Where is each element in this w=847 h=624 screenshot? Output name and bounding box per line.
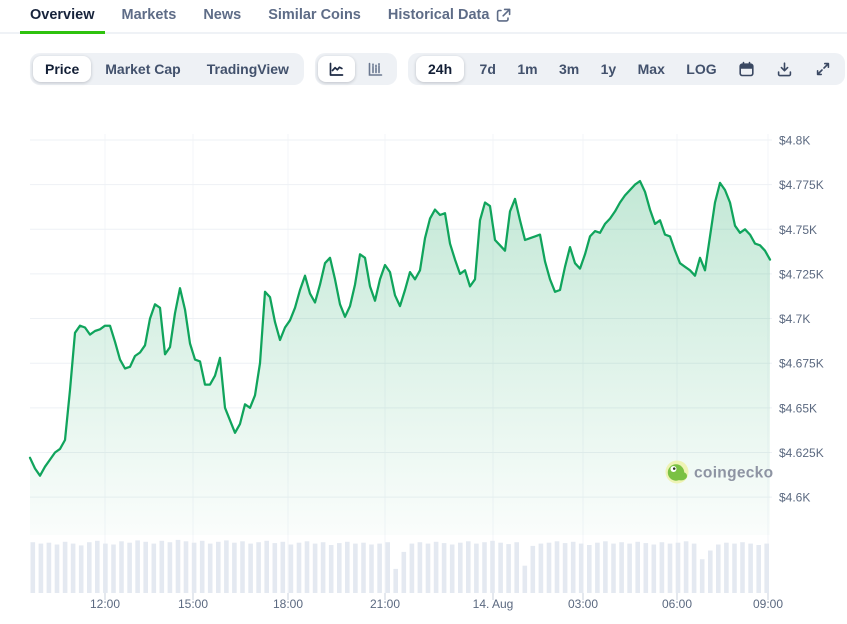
- y-axis-label: $4.7K: [779, 312, 810, 326]
- tab-historical-data-label: Historical Data: [388, 7, 490, 23]
- tab-markets-label: Markets: [122, 7, 177, 23]
- metric-toggle-group: Price Market Cap TradingView: [30, 53, 304, 85]
- y-axis-label: $4.775K: [779, 178, 824, 192]
- y-axis-label: $4.725K: [779, 267, 824, 281]
- y-axis-label: $4.675K: [779, 357, 824, 371]
- range-7d-button[interactable]: 7d: [474, 56, 502, 82]
- price-area-fill: [30, 181, 770, 535]
- tab-news[interactable]: News: [203, 0, 241, 32]
- calendar-button[interactable]: [732, 56, 761, 82]
- expand-button[interactable]: [809, 56, 837, 82]
- x-axis-label: 03:00: [568, 597, 598, 611]
- y-axis-label: $4.8K: [779, 134, 810, 148]
- market-cap-toggle-button[interactable]: Market Cap: [93, 56, 192, 82]
- bar-chart-icon: [367, 61, 384, 78]
- chart-type-group: [315, 53, 397, 85]
- bar-chart-type-button[interactable]: [357, 56, 394, 82]
- price-chart-canvas[interactable]: $4.8K $4.775K $4.75K $4.725K $4.7K $4.675K $4.…: [0, 100, 847, 624]
- range-1m-button[interactable]: 1m: [511, 56, 543, 82]
- price-toggle-button[interactable]: Price: [33, 56, 91, 82]
- tab-historical-data[interactable]: Historical Data: [388, 0, 512, 32]
- x-axis-label: 06:00: [662, 597, 692, 611]
- tab-markets[interactable]: Markets: [122, 0, 177, 32]
- y-axis-labels: $4.8K $4.775K $4.75K $4.725K $4.7K $4.675K $4.…: [779, 134, 824, 505]
- x-axis-label: 12:00: [90, 597, 120, 611]
- coin-price-chart-page: Overview Markets News Similar Coins Hist…: [0, 0, 847, 624]
- y-axis-label: $4.75K: [779, 223, 817, 237]
- range-3m-button[interactable]: 3m: [553, 56, 585, 82]
- coingecko-watermark: coingecko: [666, 461, 774, 484]
- log-scale-button[interactable]: LOG: [680, 56, 722, 82]
- y-axis-label: $4.625K: [779, 446, 824, 460]
- tab-similar-coins-label: Similar Coins: [268, 7, 361, 23]
- range-1y-button[interactable]: 1y: [595, 56, 623, 82]
- x-axis-label: 18:00: [273, 597, 303, 611]
- expand-icon: [815, 61, 831, 77]
- tab-news-label: News: [203, 7, 241, 23]
- tab-overview-label: Overview: [30, 7, 95, 23]
- x-axis-label: 15:00: [178, 597, 208, 611]
- tab-overview[interactable]: Overview: [30, 0, 95, 32]
- x-axis-labels: 12:00 15:00 18:00 21:00 14. Aug 03:00 06:00 09:…: [90, 593, 783, 611]
- tradingview-toggle-button[interactable]: TradingView: [195, 56, 301, 82]
- external-link-icon: [496, 8, 511, 23]
- y-axis-label: $4.65K: [779, 401, 817, 415]
- watermark-brand-text: coingecko: [694, 465, 773, 482]
- calendar-icon: [738, 61, 755, 78]
- section-tabs: Overview Markets News Similar Coins Hist…: [0, 0, 847, 34]
- x-axis-label: 14. Aug: [473, 597, 514, 611]
- volume-bars: [31, 540, 770, 593]
- download-button[interactable]: [770, 56, 799, 82]
- chart-toolbar: Price Market Cap TradingView 2: [30, 53, 845, 85]
- x-axis-label: 21:00: [370, 597, 400, 611]
- x-axis-label: 09:00: [753, 597, 783, 611]
- range-group: 24h 7d 1m 3m 1y Max LOG: [408, 53, 845, 85]
- range-max-button[interactable]: Max: [632, 56, 671, 82]
- line-chart-icon: [328, 61, 345, 78]
- line-chart-type-button[interactable]: [318, 56, 355, 82]
- y-axis-label: $4.6K: [779, 491, 810, 505]
- range-24h-button[interactable]: 24h: [416, 56, 464, 82]
- tab-similar-coins[interactable]: Similar Coins: [268, 0, 361, 32]
- download-icon: [776, 61, 793, 78]
